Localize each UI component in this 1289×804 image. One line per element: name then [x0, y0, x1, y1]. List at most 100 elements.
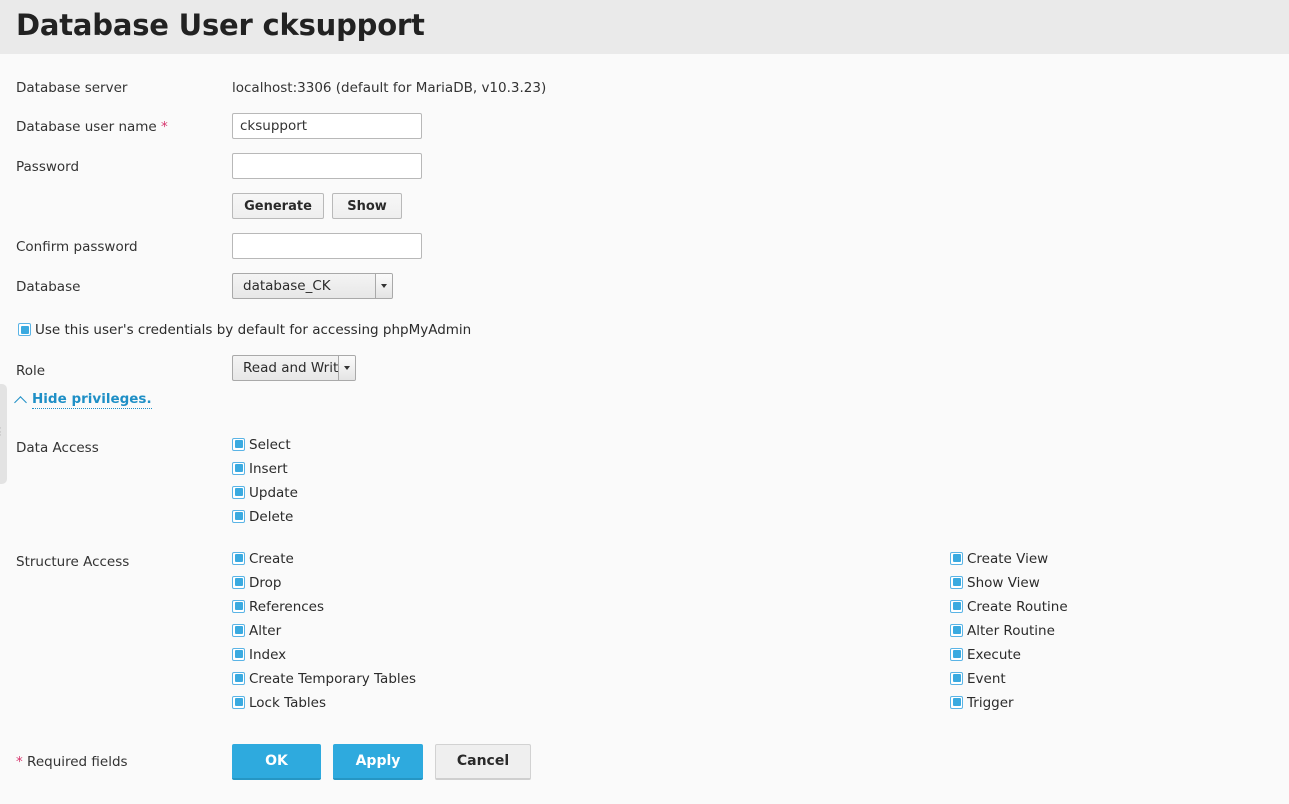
privilege-label: Lock Tables	[249, 694, 327, 711]
privilege-item[interactable]: Create Temporary Tables	[232, 667, 950, 691]
privilege-checkbox-create[interactable]	[232, 551, 245, 565]
page-header: Database User cksupport	[0, 0, 1289, 54]
privilege-checkbox-references[interactable]	[232, 599, 245, 613]
required-asterisk-note: *	[16, 753, 23, 770]
label-database-user-name: Database user name *	[0, 117, 232, 137]
privilege-item[interactable]: Execute	[950, 643, 1068, 667]
user-form: ··· Database server localhost:3306 (defa…	[0, 54, 1289, 780]
privilege-checkbox-delete[interactable]	[232, 509, 245, 523]
ok-button[interactable]: OK	[232, 743, 321, 780]
default-credentials-label: Use this user's credentials by default f…	[35, 322, 472, 338]
role-select-value: Read and Write	[243, 360, 347, 376]
value-database-server: localhost:3306 (default for MariaDB, v10…	[232, 80, 547, 96]
label-text-database-user-name: Database user name	[16, 119, 157, 135]
privilege-checkbox-show-view[interactable]	[950, 575, 963, 589]
role-select[interactable]: Read and Write	[232, 355, 356, 381]
chevron-down-icon[interactable]	[375, 274, 392, 298]
privilege-label: Drop	[249, 574, 282, 591]
toggle-privileges-link[interactable]: Hide privileges.	[0, 391, 152, 409]
toggle-privileges-label: Hide privileges.	[32, 391, 152, 409]
privilege-label: Delete	[249, 508, 294, 525]
default-credentials-checkbox-row[interactable]: Use this user's credentials by default f…	[18, 320, 1289, 340]
row-password-actions: Generate Show	[0, 193, 1289, 219]
grip-dots-icon: ···	[0, 425, 1, 440]
privilege-item[interactable]: References	[232, 595, 950, 619]
form-footer: * Required fields OK Apply Cancel	[0, 743, 1289, 780]
confirm-password-input[interactable]	[232, 233, 422, 259]
label-role: Role	[16, 363, 46, 379]
structure-access-right-column: Create View Show View Create Routine Alt…	[950, 547, 1068, 715]
privilege-label: Create Temporary Tables	[249, 670, 416, 687]
privilege-item[interactable]: Create View	[950, 547, 1068, 571]
row-data-access: Data Access Select Insert Update Delete	[0, 437, 1289, 529]
privilege-checkbox-index[interactable]	[232, 647, 245, 661]
privilege-checkbox-event[interactable]	[950, 671, 963, 685]
privilege-checkbox-execute[interactable]	[950, 647, 963, 661]
privilege-label: Select	[249, 436, 291, 453]
label-structure-access: Structure Access	[16, 553, 130, 570]
privilege-checkbox-insert[interactable]	[232, 461, 245, 475]
privilege-item[interactable]: Trigger	[950, 691, 1068, 715]
privilege-checkbox-create-temporary-tables[interactable]	[232, 671, 245, 685]
row-database-server: Database server localhost:3306 (default …	[0, 78, 1289, 98]
chevron-up-icon	[14, 395, 27, 409]
default-credentials-checkbox[interactable]	[18, 323, 31, 336]
privilege-checkbox-lock-tables[interactable]	[232, 695, 245, 709]
row-structure-access: Structure Access Create Drop References	[0, 551, 1289, 715]
row-confirm-password: Confirm password	[0, 233, 1289, 259]
chevron-down-icon[interactable]	[338, 356, 355, 380]
apply-button[interactable]: Apply	[333, 743, 423, 780]
required-fields-note: * Required fields	[0, 744, 232, 772]
privilege-item[interactable]: Create Routine	[950, 595, 1068, 619]
label-database-server: Database server	[16, 80, 128, 96]
privilege-label: Create	[249, 550, 294, 567]
privilege-item[interactable]: Alter	[232, 619, 950, 643]
privilege-item[interactable]: Create	[232, 547, 950, 571]
privilege-label: Execute	[967, 646, 1021, 663]
page-title: Database User cksupport	[16, 7, 425, 42]
structure-access-left-column: Create Drop References Alter Index Creat…	[232, 547, 950, 715]
privilege-label: Create View	[967, 550, 1049, 567]
row-role: Role Read and Write	[0, 355, 1289, 381]
privilege-item[interactable]: Show View	[950, 571, 1068, 595]
privilege-label: Alter	[249, 622, 282, 639]
privilege-checkbox-create-routine[interactable]	[950, 599, 963, 613]
privilege-checkbox-select[interactable]	[232, 437, 245, 451]
privilege-item[interactable]: Select	[232, 433, 1289, 457]
privilege-item[interactable]: Alter Routine	[950, 619, 1068, 643]
row-database-user-name: Database user name *	[0, 113, 1289, 139]
privilege-item[interactable]: Insert	[232, 457, 1289, 481]
privilege-label: References	[249, 598, 325, 615]
privilege-checkbox-create-view[interactable]	[950, 551, 963, 565]
privilege-checkbox-update[interactable]	[232, 485, 245, 499]
sidebar-grip-handle[interactable]: ···	[0, 384, 7, 484]
privilege-checkbox-trigger[interactable]	[950, 695, 963, 709]
label-confirm-password: Confirm password	[16, 239, 138, 255]
privilege-item[interactable]: Update	[232, 481, 1289, 505]
password-input[interactable]	[232, 153, 422, 179]
privilege-label: Alter Routine	[967, 622, 1055, 639]
label-password: Password	[16, 159, 80, 175]
row-password: Password	[0, 153, 1289, 179]
label-database: Database	[16, 279, 81, 295]
required-asterisk-username: *	[161, 119, 168, 135]
privilege-item[interactable]: Event	[950, 667, 1068, 691]
database-select-value: database_CK	[243, 278, 331, 294]
privilege-label: Create Routine	[967, 598, 1068, 615]
privilege-label: Insert	[249, 460, 288, 477]
database-user-name-input[interactable]	[232, 113, 422, 139]
privilege-item[interactable]: Lock Tables	[232, 691, 950, 715]
privilege-checkbox-drop[interactable]	[232, 575, 245, 589]
required-fields-text: Required fields	[27, 753, 128, 770]
cancel-button[interactable]: Cancel	[435, 743, 531, 780]
privilege-label: Index	[249, 646, 287, 663]
privilege-item[interactable]: Delete	[232, 505, 1289, 529]
privilege-checkbox-alter-routine[interactable]	[950, 623, 963, 637]
database-select[interactable]: database_CK	[232, 273, 393, 299]
privilege-item[interactable]: Index	[232, 643, 950, 667]
privilege-checkbox-alter[interactable]	[232, 623, 245, 637]
label-data-access: Data Access	[16, 439, 99, 456]
show-password-button[interactable]: Show	[332, 193, 402, 219]
privilege-item[interactable]: Drop	[232, 571, 950, 595]
generate-password-button[interactable]: Generate	[232, 193, 324, 219]
